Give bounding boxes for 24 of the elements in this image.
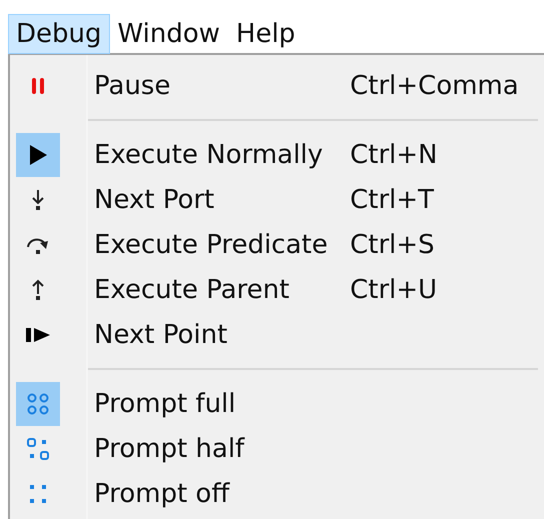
menu-item[interactable]: Prompt half [94, 434, 350, 464]
menu-item[interactable]: Execute Normally [94, 140, 350, 170]
menu-title[interactable]: Help [228, 14, 304, 54]
menu-title[interactable]: Debug [8, 14, 110, 54]
menu-item[interactable]: Pause [94, 70, 350, 100]
menu-item[interactable]: Execute Parent [94, 274, 350, 304]
shortcut-text: Ctrl+N [350, 140, 438, 170]
shortcut-text: Ctrl+U [350, 274, 438, 304]
shortcut-text: Ctrl+S [350, 230, 435, 260]
menu-item[interactable]: Next Port [94, 184, 350, 214]
dots-icon [25, 436, 51, 462]
dots-icon [25, 390, 51, 416]
pause-icon [31, 76, 45, 96]
menu-item[interactable]: Execute Predicate [94, 230, 350, 260]
menu-item[interactable]: Prompt off [94, 478, 350, 508]
shortcut-text: Ctrl+T [350, 184, 434, 214]
menu-item[interactable]: Next Point [94, 320, 350, 350]
shortcut-text: Ctrl+Comma [350, 70, 519, 100]
play-icon [28, 144, 48, 166]
menu-item[interactable]: Prompt full [94, 388, 350, 418]
up-arrow-icon [30, 278, 46, 300]
down-arrow-icon [30, 188, 46, 210]
menu-title[interactable]: Window [110, 14, 228, 54]
step-icon [25, 326, 51, 342]
